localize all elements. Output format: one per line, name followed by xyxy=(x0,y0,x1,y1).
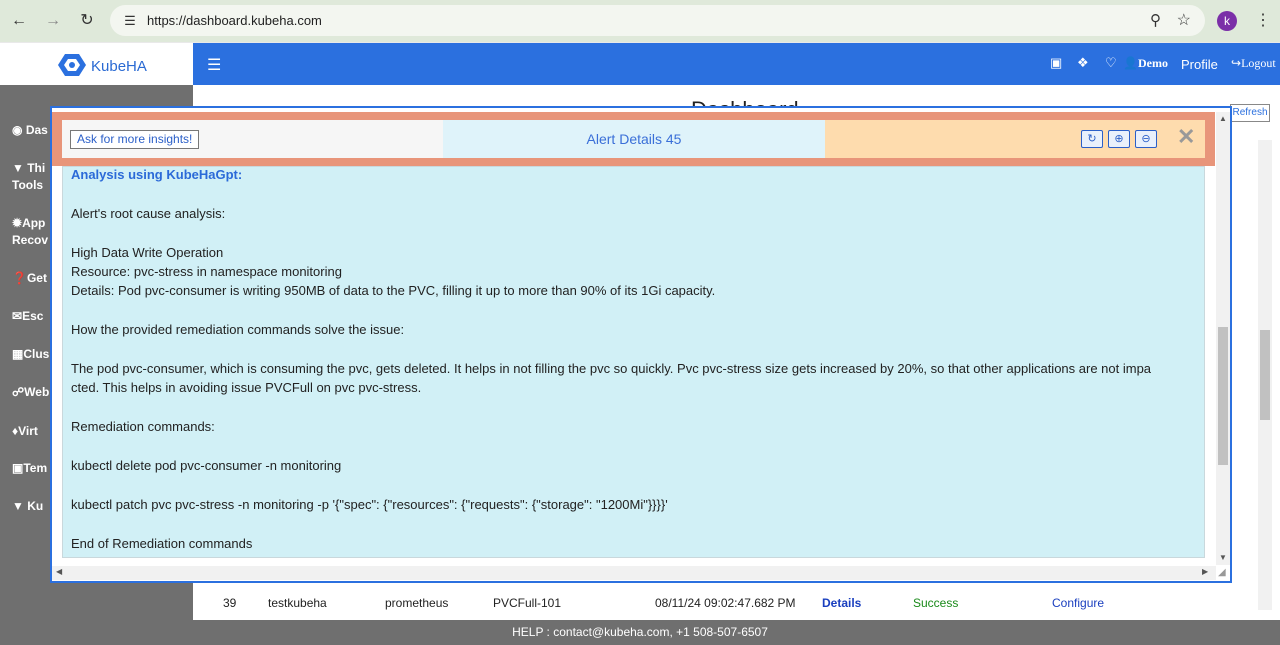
modal-header-right: ↻ ⊕ ⊖ ✕ xyxy=(825,120,1205,158)
sidebar-item-templates[interactable]: ▣Tem xyxy=(12,460,47,477)
kubeha-logo-icon xyxy=(58,54,86,76)
command-line: kubectl delete pod pvc-consumer -n monit… xyxy=(71,458,342,473)
ask-insights-button[interactable]: Ask for more insights! xyxy=(70,130,200,149)
analysis-line: Alert's root cause analysis: xyxy=(71,206,226,221)
sidebar-item-dashboard[interactable]: ◉ Das xyxy=(12,122,48,139)
modal-header-left: Ask for more insights! xyxy=(62,120,443,158)
row-cluster: testkubeha xyxy=(268,596,327,610)
analysis-line: Details: Pod pvc-consumer is writing 950… xyxy=(71,283,716,298)
logout-label: Logout xyxy=(1241,56,1276,70)
modal-title: Alert Details 45 xyxy=(443,120,825,158)
modal-vertical-scrollbar[interactable]: ▲ ▼ xyxy=(1216,112,1230,565)
chat-icon[interactable]: ▣ xyxy=(1050,55,1062,71)
sidebar-item-webhooks[interactable]: ☍Web xyxy=(12,384,49,401)
sidebar-item-virtual[interactable]: ♦Virt xyxy=(12,423,38,440)
help-footer: HELP : contact@kubeha.com, +1 508-507-65… xyxy=(0,620,1280,645)
gear-icon: ✹ xyxy=(12,216,23,230)
resize-grip-icon[interactable]: ◢ xyxy=(1218,567,1226,578)
hamburger-menu-icon[interactable]: ☰ xyxy=(207,55,221,75)
analysis-line: How the provided remediation commands so… xyxy=(71,322,405,337)
analysis-heading: Analysis using KubeHaGpt: xyxy=(71,167,243,182)
scroll-up-icon[interactable]: ▲ xyxy=(1219,114,1227,123)
forward-arrow-icon[interactable]: → xyxy=(43,11,63,31)
command-line: kubectl patch pvc pvc-stress -n monitori… xyxy=(71,497,668,512)
modal-horizontal-scrollbar[interactable]: ◀ ▶ xyxy=(52,566,1216,580)
scroll-down-icon[interactable]: ▼ xyxy=(1219,553,1227,562)
caret-down-icon: ▼ xyxy=(12,499,28,513)
row-id: 39 xyxy=(223,596,237,610)
modal-header[interactable]: Ask for more insights! Alert Details 45 … xyxy=(52,112,1215,166)
refresh-button[interactable]: Refresh xyxy=(1230,104,1270,122)
caret-down-icon: ▼ xyxy=(12,161,28,175)
question-icon: ❓ xyxy=(12,271,27,285)
refresh-icon[interactable]: ↻ xyxy=(1081,130,1103,148)
analysis-line: The pod pvc-consumer, which is consuming… xyxy=(71,361,1152,376)
sidebar-item-app-recovery[interactable]: ✹App Recov xyxy=(12,215,48,249)
sidebar-item-clusters[interactable]: ▦Clus xyxy=(12,346,49,363)
logout-link[interactable]: ↪Logout xyxy=(1231,56,1276,71)
row-time: 08/11/24 09:02:47.682 PM xyxy=(655,596,796,610)
configure-link[interactable]: Configure xyxy=(1052,596,1104,610)
profile-avatar[interactable]: k xyxy=(1217,11,1237,31)
status-text: Success xyxy=(913,596,959,610)
modal-scrollbar-thumb[interactable] xyxy=(1218,327,1228,465)
page-scrollbar[interactable] xyxy=(1258,140,1272,610)
database-icon: ▦ xyxy=(12,347,24,361)
analysis-content: Analysis using KubeHaGpt: Alert's root c… xyxy=(62,166,1205,558)
browser-toolbar: ← → ↻ ☰ https://dashboard.kubeha.com ⚲ ☆… xyxy=(0,0,1280,42)
sidebar-item-kube[interactable]: ▼ Ku xyxy=(12,498,43,515)
close-icon[interactable]: ✕ xyxy=(1177,124,1195,150)
slack-icon[interactable]: ❖ xyxy=(1077,55,1089,71)
bell-icon[interactable]: ♡ xyxy=(1105,55,1117,71)
analysis-line: High Data Write Operation xyxy=(71,245,224,260)
details-link[interactable]: Details xyxy=(822,596,861,610)
browser-menu-icon[interactable]: ⋮ xyxy=(1255,10,1271,30)
brand-name: KubeHA xyxy=(91,58,147,75)
analysis-line: Remediation commands: xyxy=(71,419,215,434)
zoom-in-icon[interactable]: ⊕ xyxy=(1108,130,1130,148)
url-text[interactable]: https://dashboard.kubeha.com xyxy=(147,13,322,28)
row-alert: PVCFull-101 xyxy=(493,596,562,610)
dashboard-icon: ◉ xyxy=(12,123,26,137)
scroll-left-icon[interactable]: ◀ xyxy=(56,567,62,576)
zoom-icon[interactable]: ⚲ xyxy=(1150,11,1161,29)
bookmark-star-icon[interactable]: ☆ xyxy=(1177,10,1191,30)
scroll-right-icon[interactable]: ▶ xyxy=(1202,567,1208,576)
analysis-line: cted. This helps in avoiding issue PVCFu… xyxy=(71,380,422,395)
sidebar-item-get[interactable]: ❓Get xyxy=(12,270,47,287)
back-arrow-icon[interactable]: ← xyxy=(9,11,29,31)
user-menu[interactable]: 👤Demo xyxy=(1123,56,1168,71)
site-settings-icon[interactable]: ☰ xyxy=(120,11,140,31)
address-bar[interactable]: ☰ https://dashboard.kubeha.com ⚲ ☆ xyxy=(110,5,1205,36)
page-scrollbar-thumb[interactable] xyxy=(1260,330,1270,420)
table-row: 39 testkubeha prometheus PVCFull-101 08/… xyxy=(213,587,1253,617)
reload-icon[interactable]: ↻ xyxy=(77,11,97,31)
analysis-line: End of Remediation commands xyxy=(71,536,253,551)
zoom-out-icon[interactable]: ⊖ xyxy=(1135,130,1157,148)
sidebar-item-escalation[interactable]: ✉Esc xyxy=(12,308,43,325)
logo-area[interactable]: KubeHA xyxy=(0,43,193,85)
analysis-line: Resource: pvc-stress in namespace monito… xyxy=(71,264,342,279)
top-navbar: ☰ ▣ ❖ ♡ 👤Demo Profile ↪Logout xyxy=(193,43,1280,85)
profile-link[interactable]: Profile xyxy=(1181,57,1218,72)
envelope-icon: ✉ xyxy=(12,309,23,323)
link-icon: ☍ xyxy=(12,385,25,399)
template-icon: ▣ xyxy=(12,461,24,475)
sidebar-item-third-party-tools[interactable]: ▼ Thi Tools xyxy=(12,160,45,194)
row-source: prometheus xyxy=(385,596,449,610)
alert-details-modal: Ask for more insights! Alert Details 45 … xyxy=(50,106,1232,583)
user-label: Demo xyxy=(1137,56,1168,70)
